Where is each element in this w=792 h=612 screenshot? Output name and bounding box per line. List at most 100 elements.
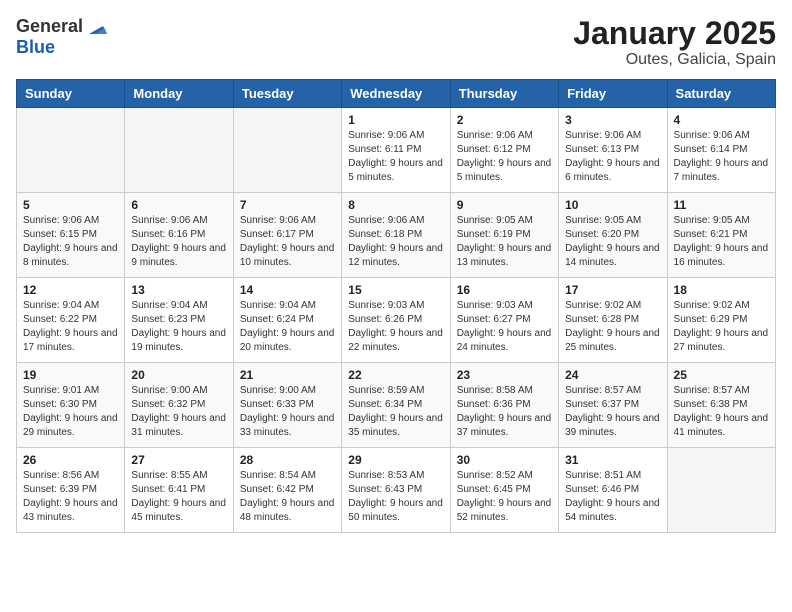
calendar-day-18: 18Sunrise: 9:02 AMSunset: 6:29 PMDayligh… bbox=[667, 278, 775, 363]
day-info: Sunrise: 9:04 AMSunset: 6:24 PMDaylight:… bbox=[240, 299, 335, 355]
day-info: Sunrise: 8:51 AMSunset: 6:46 PMDaylight:… bbox=[565, 469, 660, 525]
day-number: 27 bbox=[131, 453, 226, 467]
day-info: Sunrise: 9:06 AMSunset: 6:15 PMDaylight:… bbox=[23, 214, 118, 270]
calendar-week-row: 12 Sunrise: 9:04 AMSunset: 6:22 PMDayligh… bbox=[17, 278, 776, 363]
day-number: 19 bbox=[23, 368, 118, 382]
calendar-table: SundayMondayTuesdayWednesdayThursdayFrid… bbox=[16, 79, 776, 533]
calendar-day-10: 10 Sunrise: 9:05 AMSunset: 6:20 PMDayligh… bbox=[559, 193, 667, 278]
weekday-header-monday: Monday bbox=[125, 80, 233, 108]
day-number: 26 bbox=[23, 453, 118, 467]
calendar-day-5: 5 Sunrise: 9:06 AMSunset: 6:15 PMDaylight… bbox=[17, 193, 125, 278]
day-info: Sunrise: 9:06 AMSunset: 6:12 PMDaylight:… bbox=[457, 129, 552, 185]
day-number: 7 bbox=[240, 198, 335, 212]
weekday-header-row: SundayMondayTuesdayWednesdayThursdayFrid… bbox=[17, 80, 776, 108]
day-number: 29 bbox=[348, 453, 443, 467]
day-info: Sunrise: 8:56 AMSunset: 6:39 PMDaylight:… bbox=[23, 469, 118, 525]
day-info: Sunrise: 9:06 AMSunset: 6:11 PMDaylight:… bbox=[348, 129, 443, 185]
calendar-day-17: 17Sunrise: 9:02 AMSunset: 6:28 PMDayligh… bbox=[559, 278, 667, 363]
weekday-header-friday: Friday bbox=[559, 80, 667, 108]
day-number: 21 bbox=[240, 368, 335, 382]
calendar-week-row: 26 Sunrise: 8:56 AMSunset: 6:39 PMDayligh… bbox=[17, 448, 776, 533]
day-number: 8 bbox=[348, 198, 443, 212]
calendar-empty-cell bbox=[667, 448, 775, 533]
calendar-day-29: 29 Sunrise: 8:53 AMSunset: 6:43 PMDayligh… bbox=[342, 448, 450, 533]
calendar-day-15: 15 Sunrise: 9:03 AMSunset: 6:26 PMDayligh… bbox=[342, 278, 450, 363]
calendar-day-4: 4Sunrise: 9:06 AMSunset: 6:14 PMDaylight… bbox=[667, 108, 775, 193]
weekday-header-thursday: Thursday bbox=[450, 80, 558, 108]
logo-general: General bbox=[16, 17, 83, 37]
day-info: Sunrise: 8:53 AMSunset: 6:43 PMDaylight:… bbox=[348, 469, 443, 525]
day-number: 16 bbox=[457, 283, 552, 297]
day-info: Sunrise: 9:03 AMSunset: 6:27 PMDaylight:… bbox=[457, 299, 552, 355]
calendar-title: January 2025 bbox=[573, 16, 776, 51]
calendar-day-31: 31 Sunrise: 8:51 AMSunset: 6:46 PMDayligh… bbox=[559, 448, 667, 533]
day-info: Sunrise: 9:06 AMSunset: 6:13 PMDaylight:… bbox=[565, 129, 660, 185]
day-number: 5 bbox=[23, 198, 118, 212]
day-number: 10 bbox=[565, 198, 660, 212]
day-info: Sunrise: 9:05 AMSunset: 6:21 PMDaylight:… bbox=[674, 214, 769, 270]
weekday-header-wednesday: Wednesday bbox=[342, 80, 450, 108]
calendar-day-27: 27 Sunrise: 8:55 AMSunset: 6:41 PMDayligh… bbox=[125, 448, 233, 533]
day-number: 4 bbox=[674, 113, 769, 127]
calendar-day-16: 16 Sunrise: 9:03 AMSunset: 6:27 PMDayligh… bbox=[450, 278, 558, 363]
calendar-day-6: 6Sunrise: 9:06 AMSunset: 6:16 PMDaylight… bbox=[125, 193, 233, 278]
calendar-subtitle: Outes, Galicia, Spain bbox=[573, 51, 776, 69]
weekday-header-tuesday: Tuesday bbox=[233, 80, 341, 108]
day-info: Sunrise: 9:02 AMSunset: 6:28 PMDaylight:… bbox=[565, 299, 660, 355]
day-number: 13 bbox=[131, 283, 226, 297]
day-info: Sunrise: 8:57 AMSunset: 6:37 PMDaylight:… bbox=[565, 384, 660, 440]
day-info: Sunrise: 9:00 AMSunset: 6:33 PMDaylight:… bbox=[240, 384, 335, 440]
weekday-header-sunday: Sunday bbox=[17, 80, 125, 108]
day-number: 12 bbox=[23, 283, 118, 297]
day-info: Sunrise: 8:58 AMSunset: 6:36 PMDaylight:… bbox=[457, 384, 552, 440]
day-number: 31 bbox=[565, 453, 660, 467]
calendar-week-row: 1 Sunrise: 9:06 AMSunset: 6:11 PMDaylight… bbox=[17, 108, 776, 193]
day-info: Sunrise: 9:03 AMSunset: 6:26 PMDaylight:… bbox=[348, 299, 443, 355]
day-number: 15 bbox=[348, 283, 443, 297]
day-info: Sunrise: 9:05 AMSunset: 6:20 PMDaylight:… bbox=[565, 214, 660, 270]
calendar-week-row: 19 Sunrise: 9:01 AMSunset: 6:30 PMDayligh… bbox=[17, 363, 776, 448]
day-number: 2 bbox=[457, 113, 552, 127]
day-number: 11 bbox=[674, 198, 769, 212]
title-block: January 2025 Outes, Galicia, Spain bbox=[573, 16, 776, 69]
calendar-day-8: 8Sunrise: 9:06 AMSunset: 6:18 PMDaylight… bbox=[342, 193, 450, 278]
calendar-empty-cell bbox=[17, 108, 125, 193]
calendar-day-14: 14 Sunrise: 9:04 AMSunset: 6:24 PMDayligh… bbox=[233, 278, 341, 363]
weekday-header-saturday: Saturday bbox=[667, 80, 775, 108]
day-info: Sunrise: 9:04 AMSunset: 6:22 PMDaylight:… bbox=[23, 299, 118, 355]
day-info: Sunrise: 8:59 AMSunset: 6:34 PMDaylight:… bbox=[348, 384, 443, 440]
calendar-day-22: 22 Sunrise: 8:59 AMSunset: 6:34 PMDayligh… bbox=[342, 363, 450, 448]
calendar-day-11: 11 Sunrise: 9:05 AMSunset: 6:21 PMDayligh… bbox=[667, 193, 775, 278]
day-info: Sunrise: 9:01 AMSunset: 6:30 PMDaylight:… bbox=[23, 384, 118, 440]
day-info: Sunrise: 8:55 AMSunset: 6:41 PMDaylight:… bbox=[131, 469, 226, 525]
day-info: Sunrise: 8:57 AMSunset: 6:38 PMDaylight:… bbox=[674, 384, 769, 440]
day-info: Sunrise: 9:04 AMSunset: 6:23 PMDaylight:… bbox=[131, 299, 226, 355]
day-info: Sunrise: 9:00 AMSunset: 6:32 PMDaylight:… bbox=[131, 384, 226, 440]
calendar-day-19: 19 Sunrise: 9:01 AMSunset: 6:30 PMDayligh… bbox=[17, 363, 125, 448]
logo-icon bbox=[85, 16, 107, 38]
day-number: 25 bbox=[674, 368, 769, 382]
calendar-empty-cell bbox=[125, 108, 233, 193]
calendar-day-7: 7Sunrise: 9:06 AMSunset: 6:17 PMDaylight… bbox=[233, 193, 341, 278]
day-info: Sunrise: 8:52 AMSunset: 6:45 PMDaylight:… bbox=[457, 469, 552, 525]
day-number: 22 bbox=[348, 368, 443, 382]
logo-blue: Blue bbox=[16, 38, 55, 58]
calendar-day-25: 25 Sunrise: 8:57 AMSunset: 6:38 PMDayligh… bbox=[667, 363, 775, 448]
day-number: 20 bbox=[131, 368, 226, 382]
day-number: 23 bbox=[457, 368, 552, 382]
day-number: 14 bbox=[240, 283, 335, 297]
day-number: 1 bbox=[348, 113, 443, 127]
day-number: 28 bbox=[240, 453, 335, 467]
calendar-day-12: 12 Sunrise: 9:04 AMSunset: 6:22 PMDayligh… bbox=[17, 278, 125, 363]
calendar-day-26: 26 Sunrise: 8:56 AMSunset: 6:39 PMDayligh… bbox=[17, 448, 125, 533]
day-info: Sunrise: 9:05 AMSunset: 6:19 PMDaylight:… bbox=[457, 214, 552, 270]
calendar-day-23: 23 Sunrise: 8:58 AMSunset: 6:36 PMDayligh… bbox=[450, 363, 558, 448]
calendar-day-28: 28Sunrise: 8:54 AMSunset: 6:42 PMDayligh… bbox=[233, 448, 341, 533]
day-number: 24 bbox=[565, 368, 660, 382]
page-header: General Blue January 2025 Outes, Galicia… bbox=[16, 16, 776, 69]
calendar-day-1: 1 Sunrise: 9:06 AMSunset: 6:11 PMDaylight… bbox=[342, 108, 450, 193]
calendar-empty-cell bbox=[233, 108, 341, 193]
calendar-week-row: 5 Sunrise: 9:06 AMSunset: 6:15 PMDaylight… bbox=[17, 193, 776, 278]
calendar-day-20: 20 Sunrise: 9:00 AMSunset: 6:32 PMDayligh… bbox=[125, 363, 233, 448]
calendar-day-2: 2 Sunrise: 9:06 AMSunset: 6:12 PMDaylight… bbox=[450, 108, 558, 193]
